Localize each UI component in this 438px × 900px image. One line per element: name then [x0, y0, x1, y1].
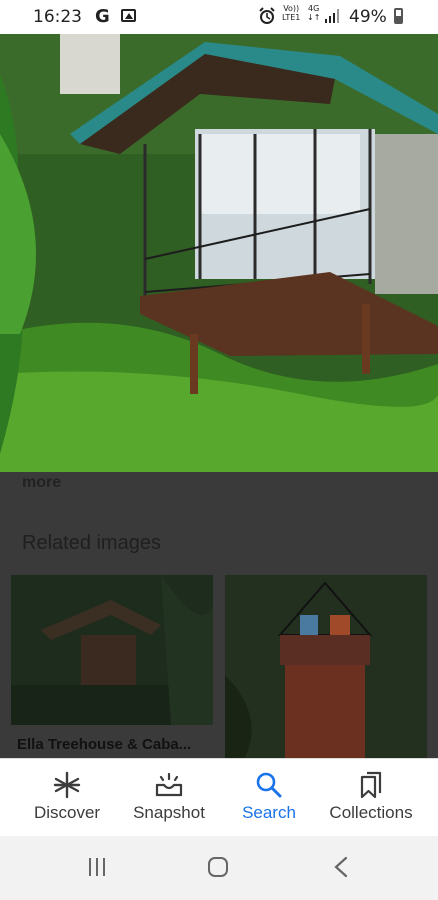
volte-indicator: Vo)) LTE1 — [282, 4, 301, 22]
google-g-icon: G — [95, 6, 110, 27]
tab-snapshot[interactable]: Snapshot — [124, 759, 214, 837]
home-icon[interactable] — [207, 856, 229, 878]
treehouse-photo — [0, 34, 438, 472]
hero-image[interactable] — [0, 34, 438, 472]
tab-label: Collections — [329, 803, 413, 822]
tab-label: Discover — [33, 803, 101, 822]
status-bar: 16:23 G Vo)) LTE1 4G ↓↑ 49% — [0, 0, 438, 34]
recents-icon[interactable] — [86, 856, 108, 878]
thumb-photo — [11, 575, 213, 725]
tab-label: Snapshot — [133, 803, 205, 822]
tab-label: Search — [242, 803, 296, 822]
tab-collections[interactable]: Collections — [318, 759, 424, 837]
related-image-thumb[interactable] — [225, 575, 427, 758]
tab-discover[interactable]: Discover — [22, 759, 112, 837]
battery-icon — [394, 8, 403, 24]
tab-search[interactable]: Search — [234, 759, 304, 837]
bookmarks-icon — [360, 771, 382, 799]
more-link[interactable]: more — [22, 474, 61, 492]
thumb-caption[interactable]: Ella Treehouse & Caba... — [17, 736, 191, 753]
back-icon[interactable] — [333, 856, 349, 878]
signal-icon — [325, 9, 339, 23]
related-image-thumb[interactable] — [11, 575, 213, 725]
network-type-indicator: 4G ↓↑ — [307, 4, 321, 22]
status-time: 16:23 — [33, 7, 82, 27]
alarm-icon — [259, 7, 275, 24]
thumb-photo — [225, 575, 427, 758]
gallery-icon — [121, 9, 136, 22]
battery-percent: 49% — [349, 7, 387, 27]
bottom-tab-bar: Discover Snapshot Search Collections — [0, 758, 438, 837]
snapshot-icon — [155, 772, 183, 797]
asterisk-icon — [53, 771, 81, 799]
related-images-title: Related images — [22, 532, 161, 554]
search-icon — [256, 772, 282, 798]
system-nav-bar — [0, 836, 438, 900]
